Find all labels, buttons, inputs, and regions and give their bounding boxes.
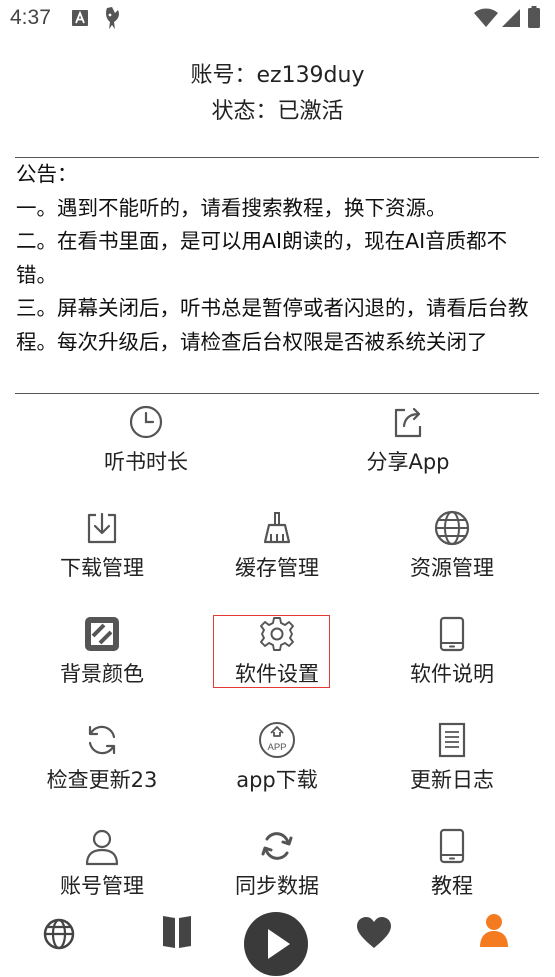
source-manage-item[interactable]: 资源管理 bbox=[362, 508, 542, 582]
share-icon bbox=[394, 407, 422, 438]
software-info-label: 软件说明 bbox=[410, 662, 494, 686]
listen-time-item[interactable]: 听书时长 bbox=[56, 402, 236, 476]
refresh-icon bbox=[88, 725, 116, 755]
source-manage-label: 资源管理 bbox=[410, 556, 494, 580]
clock-icon bbox=[129, 405, 163, 439]
share-app-item[interactable]: 分享App bbox=[318, 402, 498, 476]
account-status: 状态：已激活 bbox=[211, 99, 344, 124]
a-notification-icon bbox=[72, 10, 88, 26]
app-badge-text: APP bbox=[267, 742, 286, 753]
tablet-icon bbox=[439, 828, 465, 864]
sync-data-item[interactable]: 同步数据 bbox=[187, 826, 367, 900]
globe-icon[interactable] bbox=[42, 917, 76, 951]
sync-icon bbox=[261, 832, 293, 860]
bg-color-item[interactable]: 背景颜色 bbox=[12, 614, 192, 688]
update-log-item[interactable]: 更新日志 bbox=[362, 720, 542, 794]
palette-icon bbox=[85, 617, 119, 651]
account-manage-item[interactable]: 账号管理 bbox=[12, 826, 192, 900]
book-icon[interactable] bbox=[160, 914, 194, 948]
check-update-item[interactable]: 检查更新23 bbox=[12, 720, 192, 794]
check-update-label: 检查更新23 bbox=[46, 768, 158, 792]
wifi-icon bbox=[474, 8, 498, 27]
bottom-nav bbox=[0, 908, 555, 976]
update-log-label: 更新日志 bbox=[410, 768, 494, 792]
signal-icon bbox=[502, 9, 520, 27]
listen-time-label: 听书时长 bbox=[104, 450, 188, 474]
share-app-label: 分享App bbox=[366, 450, 450, 474]
tutorial-label: 教程 bbox=[431, 874, 473, 898]
battery-icon bbox=[528, 6, 540, 28]
bird-notification-icon bbox=[106, 7, 119, 29]
phone-icon bbox=[439, 616, 465, 652]
cache-manage-item[interactable]: 缓存管理 bbox=[187, 508, 367, 582]
app-download-item[interactable]: APP app下载 bbox=[187, 720, 367, 794]
account-id: 账号：ez139duy bbox=[190, 63, 365, 88]
app-download-icon: APP bbox=[259, 722, 295, 758]
tutorial-item[interactable]: 教程 bbox=[362, 826, 542, 900]
sync-data-label: 同步数据 bbox=[235, 874, 319, 898]
notice-line-3: 三。屏幕关闭后，听书总是暂停或者闪退的，请看后台教程。每次升级后，请检查后台权限… bbox=[16, 296, 529, 354]
user-icon bbox=[85, 829, 119, 866]
person-icon[interactable] bbox=[478, 913, 510, 947]
selection-highlight bbox=[213, 615, 330, 688]
download-icon bbox=[87, 512, 117, 544]
notice-board: 公告： 一。遇到不能听的，请看搜索教程，换下资源。 二。在看书里面，是可以用AI… bbox=[16, 158, 536, 359]
notice-line-2: 二。在看书里面，是可以用AI朗读的，现在AI音质都不错。 bbox=[16, 229, 508, 287]
software-info-item[interactable]: 软件说明 bbox=[362, 614, 542, 688]
play-icon[interactable] bbox=[243, 911, 309, 977]
download-manage-item[interactable]: 下载管理 bbox=[12, 508, 192, 582]
notice-bottom-divider bbox=[15, 393, 539, 394]
notice-line-1: 一。遇到不能听的，请看搜索教程，换下资源。 bbox=[16, 195, 447, 220]
cache-manage-label: 缓存管理 bbox=[235, 556, 319, 580]
broom-icon bbox=[263, 512, 291, 544]
status-bar: 4:37 bbox=[0, 0, 555, 38]
notice-title: 公告： bbox=[16, 162, 78, 186]
app-download-label: app下载 bbox=[236, 768, 318, 792]
globe-icon bbox=[434, 510, 470, 546]
account-manage-label: 账号管理 bbox=[60, 874, 144, 898]
bg-color-label: 背景颜色 bbox=[60, 662, 144, 686]
download-manage-label: 下载管理 bbox=[60, 556, 144, 580]
document-icon bbox=[438, 722, 466, 758]
status-time: 4:37 bbox=[10, 6, 51, 29]
